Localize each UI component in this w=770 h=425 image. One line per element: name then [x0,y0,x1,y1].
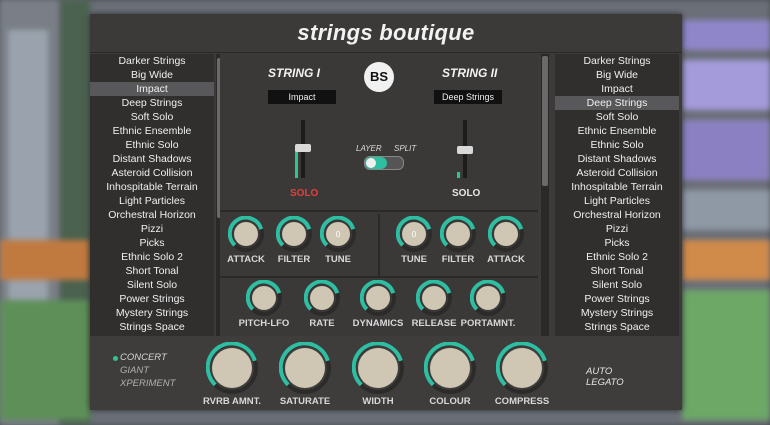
preset-list-item[interactable]: Mystery Strings [90,306,214,320]
knob-label: COMPRESS [494,396,550,407]
mode-option-giant[interactable]: GIANT [120,365,149,376]
plugin-window: strings boutique Darker Strings Big Wide I… [90,14,682,410]
mode-option-concert[interactable]: CONCERT [120,352,167,363]
string1-solo-button[interactable]: SOLO [290,188,318,199]
plugin-title: strings boutique [297,20,475,45]
rvrb-amnt-knob[interactable]: RVRB AMNT. [202,342,262,407]
preset-list-item[interactable]: Light Particles [90,194,214,208]
preset-list-item[interactable]: Asteroid Collision [555,166,679,180]
auto-legato-line2: LEGATO [586,377,624,388]
layer-split-toggle[interactable] [364,156,404,170]
knob-label: COLOUR [429,396,471,407]
mode-active-indicator [113,356,118,361]
preset-list-item[interactable]: Soft Solo [90,110,214,124]
string2-selected-preset[interactable]: Deep Strings [434,90,502,104]
right-list-scrollbar[interactable] [541,54,549,336]
string2-solo-button[interactable]: SOLO [452,188,480,199]
knob-label: ATTACK [487,254,525,265]
attack-knob[interactable]: ATTACK [476,216,536,265]
preset-list-item[interactable]: Ethnic Ensemble [90,124,214,138]
preset-list-item[interactable]: Silent Solo [90,278,214,292]
knob-label: RVRB AMNT. [202,396,262,407]
svg-text:0: 0 [412,230,417,239]
knob-label: DYNAMICS [352,318,404,329]
preset-list-item[interactable]: Deep Strings [555,96,679,110]
preset-list-item[interactable]: Ethnic Solo [90,138,214,152]
preset-list-item[interactable]: Ethnic Solo 2 [555,250,679,264]
colour-knob[interactable]: COLOUR [420,342,480,407]
preset-list-item[interactable]: Impact [555,82,679,96]
preset-list-item[interactable]: Power Strings [555,292,679,306]
knob-label: SATURATE [279,396,331,407]
string1-selected-preset[interactable]: Impact [268,90,336,104]
preset-list-item[interactable]: Silent Solo [555,278,679,292]
rate-knob[interactable]: RATE [292,280,352,329]
preset-list-item[interactable]: Short Tonal [90,264,214,278]
preset-list-item[interactable]: Picks [555,236,679,250]
title-bar: strings boutique [90,14,682,53]
preset-list-item[interactable]: Darker Strings [555,54,679,68]
preset-list-item[interactable]: Impact [90,82,214,96]
knob-label: PORTAMNT. [460,318,516,329]
string2-preset-list[interactable]: Darker Strings Big Wide Impact Deep Strings… [555,54,679,336]
brand-logo: BS [364,62,394,92]
preset-list-item[interactable]: Picks [90,236,214,250]
auto-legato-toggle[interactable]: AUTO LEGATO [586,366,624,388]
knob-label: WIDTH [362,396,394,407]
preset-list-item[interactable]: Pizzi [555,222,679,236]
mode-option-xperiment[interactable]: XPERIMENT [120,378,175,389]
auto-legato-line1: AUTO [586,366,613,377]
svg-text:0: 0 [336,230,341,239]
preset-list-item[interactable]: Light Particles [555,194,679,208]
preset-list-item[interactable]: Deep Strings [90,96,214,110]
preset-list-item[interactable]: Strings Space [555,320,679,334]
string1-preset-list[interactable]: Darker Strings Big Wide Impact Deep Strings… [90,54,214,336]
split-label: SPLIT [394,144,417,153]
layer-label: LAYER [356,144,382,153]
string2-header: STRING II [442,66,498,80]
preset-list-item[interactable]: Distant Shadows [555,152,679,166]
center-panel: STRING I STRING II BS Impact Deep String… [220,54,538,336]
string1-volume-fader[interactable] [292,120,314,178]
preset-list-item[interactable]: Big Wide [555,68,679,82]
preset-list-item[interactable]: Inhospitable Terrain [555,180,679,194]
width-knob[interactable]: WIDTH [348,342,408,407]
string2-volume-fader[interactable] [454,120,476,178]
release-knob[interactable]: RELEASE [404,280,464,329]
knob-label: RELEASE [411,318,457,329]
compress-knob[interactable]: COMPRESS [492,342,552,407]
saturate-knob[interactable]: SATURATE [275,342,335,407]
preset-list-item[interactable]: Ethnic Ensemble [555,124,679,138]
preset-list-item[interactable]: Mystery Strings [555,306,679,320]
portamnt-knob[interactable]: PORTAMNT. [458,280,518,329]
knob-label: RATE [309,318,335,329]
bottom-panel: CONCERT GIANT XPERIMENT RVRB AMNT. SATURAT… [90,336,682,410]
preset-list-item[interactable]: Ethnic Solo 2 [90,250,214,264]
preset-list-item[interactable]: Darker Strings [90,54,214,68]
preset-list-item[interactable]: Power Strings [90,292,214,306]
preset-list-item[interactable]: Strings Space [90,320,214,334]
preset-list-item[interactable]: Soft Solo [555,110,679,124]
preset-list-item[interactable]: Pizzi [90,222,214,236]
preset-list-item[interactable]: Orchestral Horizon [555,208,679,222]
preset-list-item[interactable]: Big Wide [90,68,214,82]
preset-list-item[interactable]: Short Tonal [555,264,679,278]
preset-list-item[interactable]: Inhospitable Terrain [90,180,214,194]
string1-header: STRING I [268,66,321,80]
knob-label: PITCH-LFO [238,318,290,329]
preset-list-item[interactable]: Distant Shadows [90,152,214,166]
preset-list-item[interactable]: Ethnic Solo [555,138,679,152]
knob-label: TUNE [325,254,351,265]
preset-list-item[interactable]: Orchestral Horizon [90,208,214,222]
tune-knob[interactable]: 0 TUNE [308,216,368,265]
preset-list-item[interactable]: Asteroid Collision [90,166,214,180]
dynamics-knob[interactable]: DYNAMICS [348,280,408,329]
pitch-lfo-knob[interactable]: PITCH-LFO [234,280,294,329]
